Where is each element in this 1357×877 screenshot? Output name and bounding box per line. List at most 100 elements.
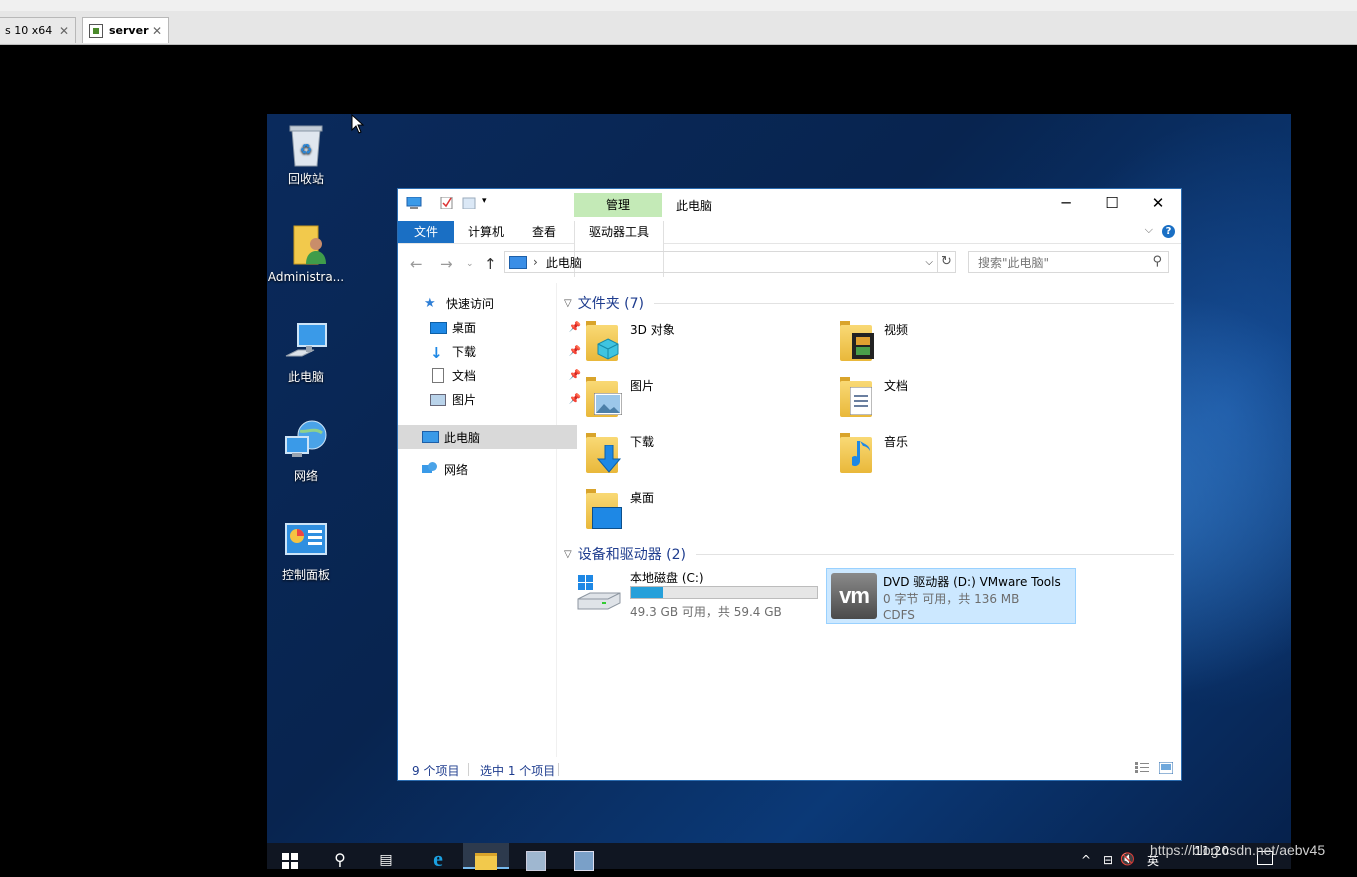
- search-box[interactable]: ⚲: [968, 251, 1169, 273]
- nav-item-downloads[interactable]: ↓ 下载 📌: [398, 339, 585, 363]
- tab-computer[interactable]: 计算机: [460, 221, 512, 243]
- svg-text:♻: ♻: [300, 142, 313, 158]
- drive-free-space: 49.3 GB 可用，共 59.4 GB: [630, 605, 782, 619]
- drive-name: 本地磁盘 (C:): [630, 571, 704, 585]
- folder-downloads[interactable]: 下载: [558, 429, 798, 481]
- desktop-icon-recycle-bin[interactable]: ♻ 回收站: [267, 122, 351, 187]
- nav-label: 快速访问: [446, 296, 495, 311]
- folders-group-header[interactable]: ▽ 文件夹 (7): [564, 293, 1174, 313]
- taskbar: ⚲ ▤ e ^ ⊟ 🔇 英 11:20: [267, 843, 1291, 871]
- folder-label: 文档: [884, 379, 909, 393]
- properties-icon[interactable]: [440, 197, 454, 209]
- downloads-folder-icon: [582, 431, 622, 473]
- back-arrow-icon[interactable]: ←: [410, 255, 423, 273]
- tab-view[interactable]: 查看: [522, 221, 566, 243]
- desktop-icon-network[interactable]: 网络: [267, 419, 351, 484]
- details-view-icon[interactable]: [1135, 762, 1149, 774]
- this-pc-icon: [509, 255, 527, 269]
- tab-file[interactable]: 文件: [398, 221, 454, 243]
- chevron-down-icon[interactable]: ▽: [564, 549, 572, 560]
- task-view-button[interactable]: ▤: [363, 843, 409, 869]
- mouse-cursor-icon: [351, 114, 365, 134]
- nav-item-pictures[interactable]: 图片 📌: [398, 387, 585, 411]
- nav-item-documents[interactable]: 文档 📌: [398, 363, 585, 387]
- nav-this-pc[interactable]: 此电脑: [398, 425, 577, 449]
- close-icon[interactable]: ✕: [59, 24, 69, 38]
- close-icon[interactable]: ✕: [152, 24, 162, 38]
- item-count: 9 个项目: [412, 764, 460, 778]
- help-icon[interactable]: ?: [1162, 225, 1175, 238]
- folder-documents[interactable]: 文档: [812, 373, 1052, 425]
- folder-3d-objects[interactable]: 3D 对象: [558, 317, 798, 369]
- network-icon: [284, 419, 328, 463]
- status-bar: 9 个项目 选中 1 个项目: [398, 757, 1181, 781]
- minimize-button[interactable]: ─: [1043, 189, 1089, 217]
- selection-count: 选中 1 个项目: [480, 764, 556, 778]
- new-folder-icon[interactable]: [462, 197, 476, 209]
- watermark: https://blog.csdn.net/aebv45: [1150, 842, 1326, 858]
- vm-icon: [89, 23, 103, 38]
- desktop-icon-control-panel[interactable]: 控制面板: [267, 518, 351, 583]
- refresh-button[interactable]: ↻: [938, 251, 956, 273]
- music-folder-icon: [836, 431, 876, 473]
- drive-d[interactable]: vm DVD 驱动器 (D:) VMware Tools 0 字节 可用，共 1…: [826, 568, 1076, 624]
- network-status-icon[interactable]: ⊟: [1103, 853, 1113, 867]
- volume-muted-icon[interactable]: 🔇: [1120, 852, 1135, 866]
- nav-network[interactable]: 网络: [398, 457, 577, 481]
- search-input[interactable]: [976, 253, 1150, 273]
- host-tab-win10[interactable]: s 10 x64 ✕: [0, 17, 76, 43]
- desktop-icon-user-folder[interactable]: Administra...: [267, 222, 351, 284]
- breadcrumb-separator: ›: [533, 255, 538, 269]
- host-tab-label: server: [109, 24, 149, 37]
- maximize-button[interactable]: ☐: [1089, 189, 1135, 217]
- large-icons-view-icon[interactable]: [1159, 762, 1173, 774]
- divider: [558, 763, 559, 776]
- chevron-up-icon[interactable]: ^: [1081, 853, 1091, 867]
- network-tool-button[interactable]: [561, 843, 607, 871]
- drive-free-space: 0 字节 可用，共 136 MB: [883, 592, 1020, 606]
- divider: [695, 553, 1174, 555]
- drive-c[interactable]: 本地磁盘 (C:) 49.3 GB 可用，共 59.4 GB: [574, 565, 824, 621]
- folder-videos[interactable]: 视频: [812, 317, 1052, 369]
- folder-music[interactable]: 音乐: [812, 429, 1052, 481]
- folder-pictures[interactable]: 图片: [558, 373, 798, 425]
- server-manager-icon: [526, 851, 546, 871]
- drive-usage-fill: [631, 587, 663, 598]
- folder-label: 3D 对象: [630, 323, 675, 337]
- chevron-down-icon[interactable]: ⌵: [1145, 223, 1153, 237]
- recent-dropdown-icon[interactable]: ⌄: [466, 259, 474, 269]
- host-tab-strip: s 10 x64 ✕ server ✕: [0, 11, 1357, 45]
- close-button[interactable]: ✕: [1135, 189, 1181, 217]
- start-button[interactable]: [267, 843, 313, 869]
- user-folder-icon: [284, 222, 328, 266]
- nav-item-desktop[interactable]: 桌面 📌: [398, 315, 585, 339]
- desktop-icon-label: 网络: [293, 469, 318, 483]
- desktop-icon-label: 回收站: [287, 172, 324, 186]
- forward-arrow-icon[interactable]: →: [440, 255, 453, 273]
- task-view-icon: ▤: [379, 852, 393, 868]
- internet-explorer-button[interactable]: e: [415, 843, 461, 871]
- file-explorer-button[interactable]: [463, 843, 509, 870]
- search-button[interactable]: ⚲: [317, 843, 363, 869]
- documents-folder-icon: [836, 375, 876, 417]
- video-folder-icon: [836, 319, 876, 361]
- nav-label: 文档: [452, 368, 477, 383]
- host-tab-server[interactable]: server ✕: [82, 17, 169, 43]
- desktop-icon-this-pc[interactable]: 此电脑: [267, 320, 351, 385]
- up-arrow-icon[interactable]: ↑: [484, 255, 497, 273]
- breadcrumb[interactable]: 此电脑: [546, 254, 582, 271]
- server-manager-button[interactable]: [513, 843, 559, 871]
- chevron-down-icon[interactable]: ▽: [564, 298, 572, 309]
- picture-icon: [430, 392, 446, 406]
- drives-group-header[interactable]: ▽ 设备和驱动器 (2): [564, 544, 1174, 564]
- chevron-down-icon[interactable]: ⌵: [925, 257, 933, 268]
- hard-drive-icon: [577, 575, 621, 610]
- star-icon: ★: [424, 296, 436, 311]
- folder-label: 视频: [884, 323, 909, 337]
- folder-desktop[interactable]: 桌面: [558, 485, 798, 537]
- address-bar[interactable]: › 此电脑 ⌵: [504, 251, 938, 273]
- qat-customize-icon[interactable]: ▾: [482, 196, 487, 206]
- manage-context-tab[interactable]: 管理: [574, 193, 662, 217]
- title-bar[interactable]: ▾ 管理 此电脑 ─ ☐ ✕: [398, 189, 1181, 217]
- nav-quick-access[interactable]: ★ 快速访问: [398, 291, 579, 315]
